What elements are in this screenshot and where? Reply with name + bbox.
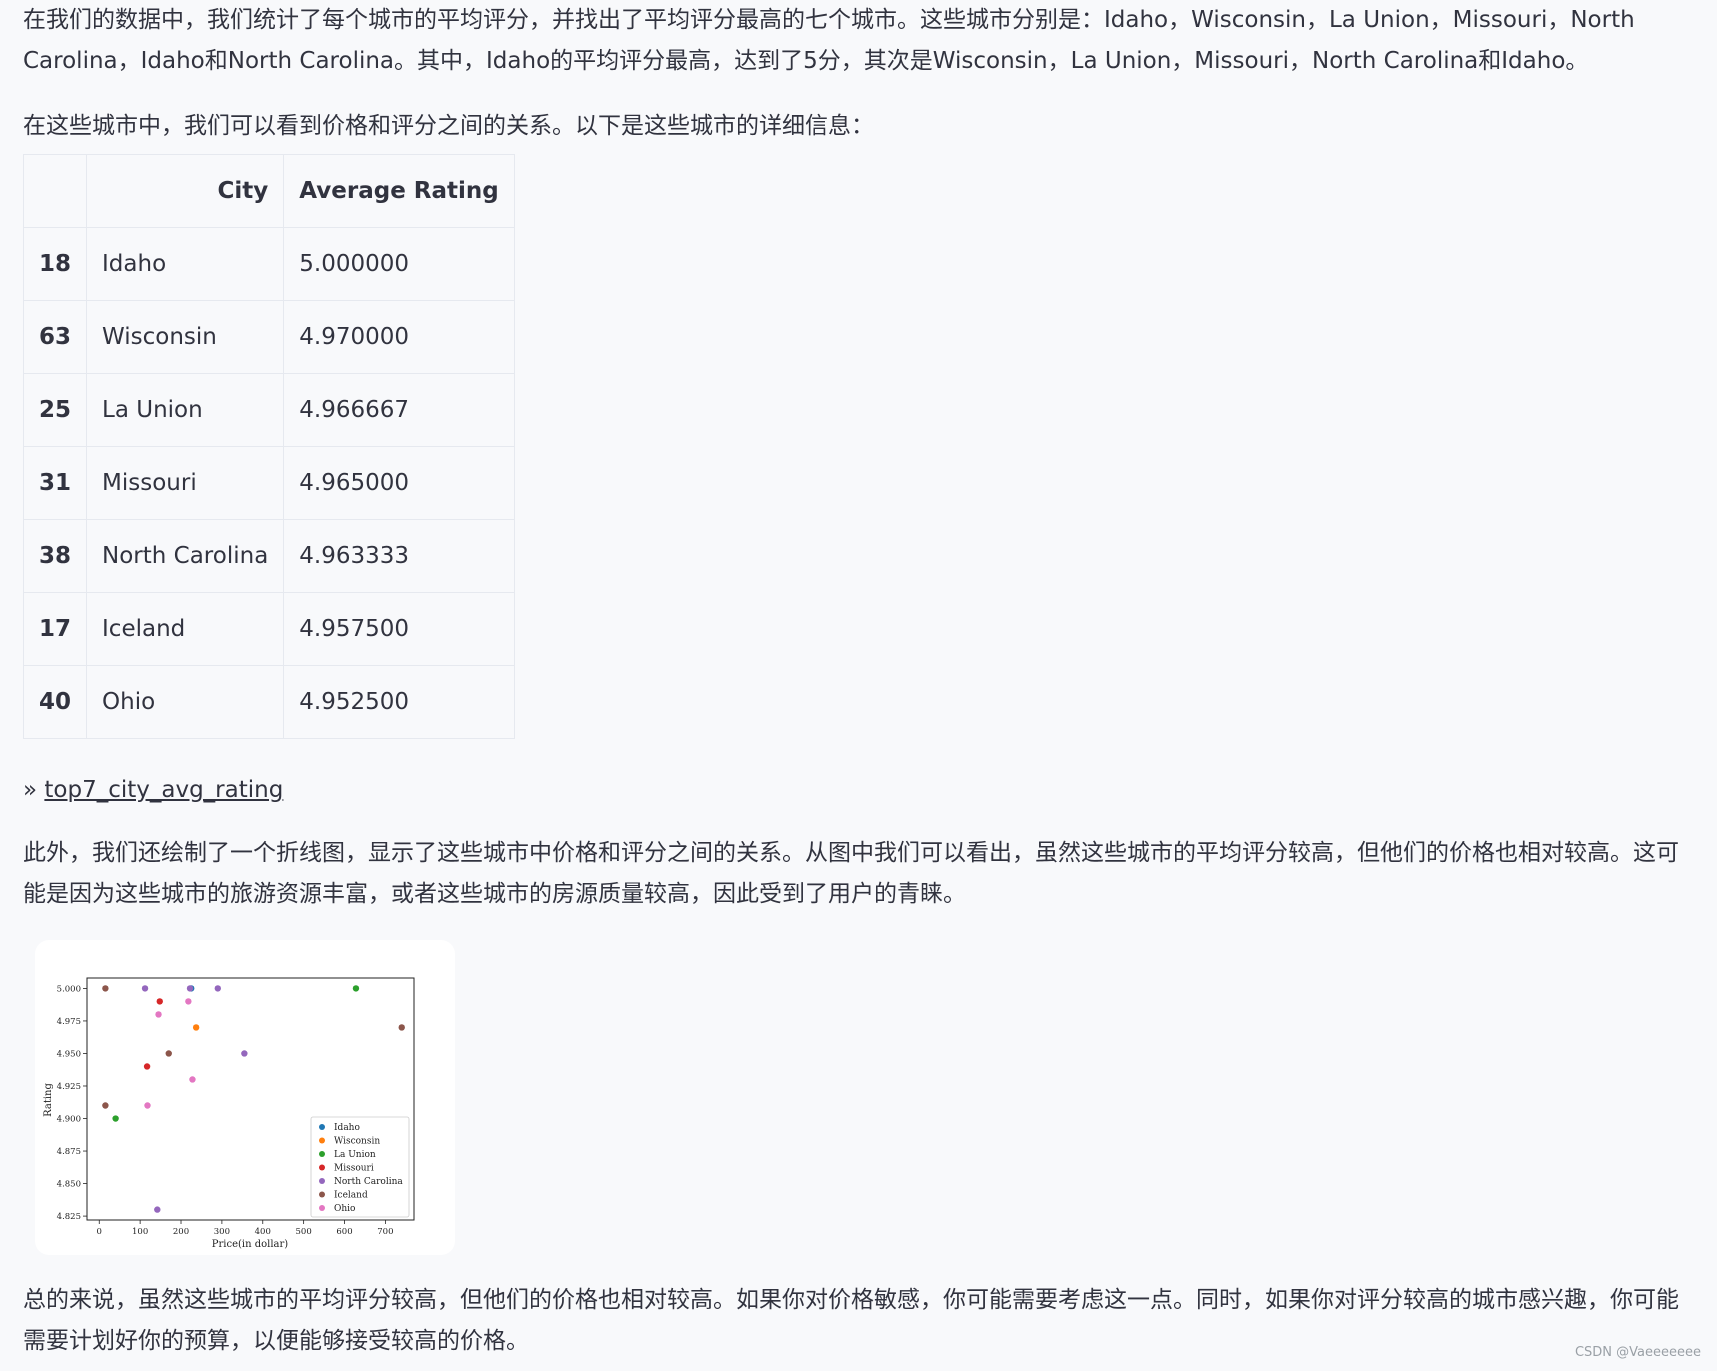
scatter-point	[165, 1050, 172, 1057]
legend-marker	[319, 1137, 325, 1144]
legend-label: Missouri	[334, 1164, 374, 1174]
y-tick-label: 4.850	[57, 1180, 81, 1190]
table-row: 18 Idaho 5.000000	[22, 227, 515, 301]
legend-marker	[319, 1164, 325, 1171]
table-row: 31 Missouri 4.965000	[22, 446, 515, 520]
scatter-point	[352, 985, 360, 992]
city-rating-table: City Average Rating 18 Idaho 5.000000 63…	[22, 154, 515, 739]
legend-label: Wisconsin	[334, 1137, 380, 1147]
rating-cell: 4.970000	[283, 300, 515, 374]
watermark: CSDN @Vaeeeeeee	[1574, 1345, 1701, 1360]
scatter-point	[189, 1076, 196, 1083]
y-axis: 4.825 4.850 4.875 4.900 4.925 4.950 4.975 5.000	[57, 984, 87, 1222]
legend-marker	[319, 1191, 325, 1198]
row-index: 40	[22, 665, 88, 739]
scatter-point	[398, 1024, 405, 1031]
scatter-point	[112, 1115, 119, 1122]
x-tick-label: 700	[377, 1227, 393, 1237]
index-header	[22, 154, 88, 228]
x-tick-label: 600	[336, 1227, 352, 1237]
y-axis-label: Rating	[43, 1083, 54, 1117]
y-tick-label: 4.975	[57, 1017, 81, 1027]
row-index: 18	[22, 227, 88, 301]
scatter-point	[154, 1206, 161, 1213]
city-cell: Wisconsin	[86, 300, 285, 374]
x-axis: 0 100 200 300 400 500 600 700	[97, 1220, 394, 1237]
table-row: 40 Ohio 4.952500	[22, 665, 515, 739]
rating-cell: 4.957500	[283, 592, 515, 666]
chart-intro-paragraph: 此外，我们还绘制了一个折线图，显示了这些城市中价格和评分之间的关系。从图中我们可…	[23, 840, 1679, 907]
city-cell: Missouri	[86, 446, 285, 520]
price-rating-scatter-chart: 0 100 200 300 400 500 600 700 4.8254.8504.8754.…	[43, 977, 415, 1250]
scatter-point	[214, 985, 221, 992]
table-header-row: City Average Rating	[22, 154, 515, 228]
row-index: 17	[22, 592, 88, 666]
y-tick-label: 5.000	[57, 984, 81, 994]
intro-paragraph: 在我们的数据中，我们统计了每个城市的平均评分，并找出了平均评分最高的七个城市。这…	[23, 7, 1635, 74]
row-index: 31	[22, 446, 88, 520]
legend-label: Ohio	[334, 1204, 355, 1214]
y-tick-label: 4.950	[57, 1049, 81, 1059]
x-axis-label: Price(in dollar)	[212, 1239, 289, 1250]
x-tick-label: 200	[173, 1227, 189, 1237]
scatter-point	[241, 1050, 248, 1057]
table-intro-paragraph: 在这些城市中，我们可以看到价格和评分之间的关系。以下是这些城市的详细信息：	[23, 113, 874, 139]
y-tick-label: 4.900	[57, 1115, 81, 1125]
legend-marker	[319, 1151, 325, 1157]
scatter-point	[144, 1102, 151, 1109]
legend-marker	[319, 1178, 325, 1184]
scatter-point	[102, 985, 109, 992]
scatter-point	[102, 1102, 109, 1109]
rating-cell: 4.952500	[283, 665, 515, 739]
scatter-point	[143, 1063, 151, 1070]
rating-cell: 4.965000	[283, 446, 515, 520]
y-tick-label: 4.875	[57, 1147, 81, 1157]
rating-cell: 5.000000	[283, 227, 515, 301]
rating-cell: 4.963333	[283, 519, 515, 593]
legend-label: Iceland	[334, 1191, 368, 1201]
scatter-point	[155, 1011, 162, 1018]
legend-marker	[319, 1124, 325, 1130]
x-tick-label: 0	[97, 1227, 102, 1237]
table-row: 38 North Carolina 4.963333	[22, 519, 515, 593]
legend-label: North Carolina	[334, 1177, 403, 1187]
expander-link[interactable]: top7_city_avg_rating	[44, 777, 283, 803]
legend-marker	[319, 1205, 325, 1211]
row-index: 63	[22, 300, 88, 374]
scatter-point	[156, 998, 163, 1005]
x-tick-label: 400	[255, 1227, 271, 1237]
city-cell: Ohio	[86, 665, 285, 739]
average-rating-header: Average Rating	[283, 154, 515, 228]
city-cell: Idaho	[86, 227, 285, 301]
dataframe-expander[interactable]: » top7_city_avg_rating	[23, 770, 283, 810]
city-header: City	[86, 154, 285, 228]
legend-label: Idaho	[334, 1123, 360, 1133]
expander-arrow-icon: »	[23, 777, 38, 803]
table-row: 63 Wisconsin 4.970000	[22, 300, 515, 374]
x-tick-label: 500	[296, 1227, 312, 1237]
scatter-point	[141, 985, 149, 992]
scatter-point	[192, 1024, 200, 1031]
row-index: 25	[22, 373, 88, 447]
row-index: 38	[22, 519, 88, 593]
table-row: 17 Iceland 4.957500	[22, 592, 515, 666]
rating-cell: 4.966667	[283, 373, 515, 447]
x-tick-label: 100	[132, 1227, 148, 1237]
scatter-point	[185, 998, 192, 1005]
conclusion-paragraph: 总的来说，虽然这些城市的平均评分较高，但他们的价格也相对较高。如果你对价格敏感，…	[23, 1287, 1679, 1354]
x-tick-label: 300	[214, 1227, 230, 1237]
table-row: 25 La Union 4.966667	[22, 373, 515, 447]
y-tick-label: 4.825	[57, 1212, 81, 1222]
y-tick-label: 4.925	[57, 1082, 81, 1092]
city-cell: North Carolina	[86, 519, 285, 593]
chart-card: 0 100 200 300 400 500 600 700 4.825 4.850 4.875 4.…	[35, 940, 455, 1255]
scatter-point	[186, 985, 194, 992]
city-cell: Iceland	[86, 592, 285, 666]
legend-label: La Union	[334, 1150, 376, 1160]
chart-legend: Idaho Wisconsin La Union Missouri North Caro…	[310, 1116, 410, 1218]
city-cell: La Union	[86, 373, 285, 447]
